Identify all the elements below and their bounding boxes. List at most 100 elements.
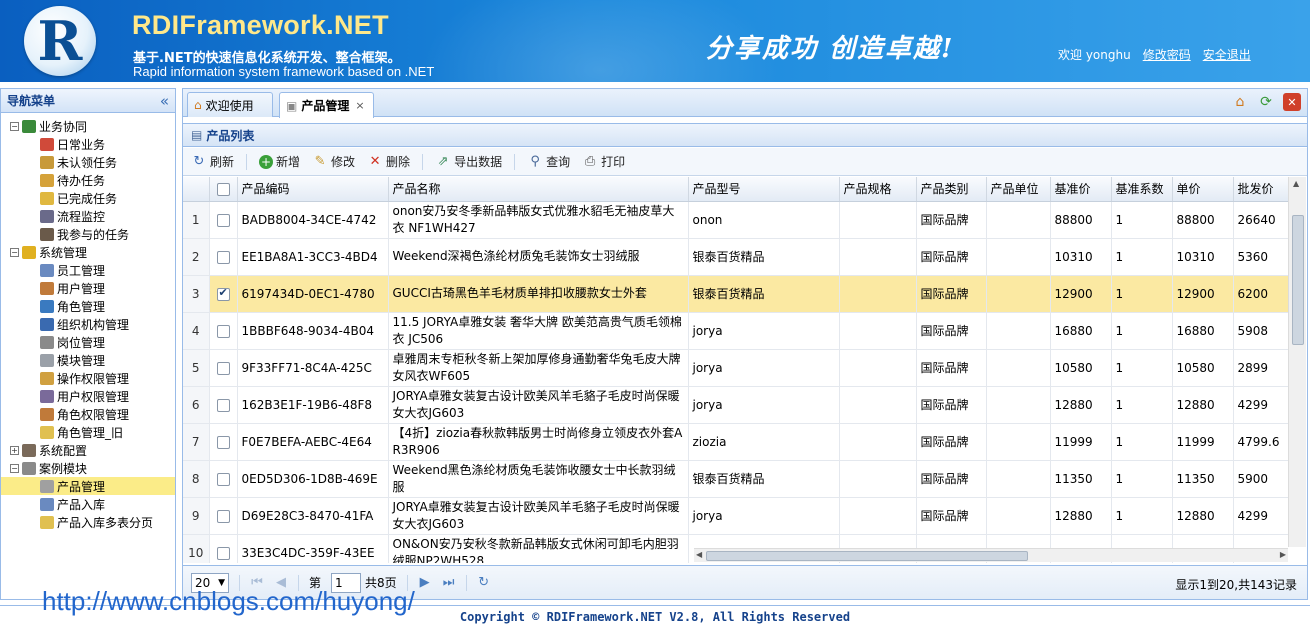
nav-item[interactable]: 未认领任务 xyxy=(1,153,175,171)
column-header[interactable]: 产品规格 xyxy=(839,177,917,202)
row-number: 10 xyxy=(183,534,210,563)
nav-item[interactable]: 角色管理 xyxy=(1,297,175,315)
nav-item[interactable]: 员工管理 xyxy=(1,261,175,279)
scroll-right-icon[interactable]: ▶ xyxy=(1280,550,1286,559)
nav-group[interactable]: − 业务协同 xyxy=(1,117,175,135)
next-page-button[interactable]: ▶ xyxy=(418,575,432,590)
collapse-toggle-icon[interactable]: − xyxy=(10,247,19,257)
close-icon[interactable]: ✕ xyxy=(1283,93,1301,111)
logout-link[interactable]: 安全退出 xyxy=(1203,46,1251,63)
tab-close-icon[interactable]: × xyxy=(355,99,364,112)
export-button[interactable]: ⇗ 导出数据 xyxy=(435,153,502,170)
print-button[interactable]: ⎙ 打印 xyxy=(582,153,625,170)
nav-item-label: 操作权限管理 xyxy=(57,371,130,386)
row-checkbox[interactable] xyxy=(209,460,238,498)
row-checkbox[interactable] xyxy=(209,349,238,387)
scroll-up-icon[interactable]: ▲ xyxy=(1293,179,1299,188)
nav-item[interactable]: 用户管理 xyxy=(1,279,175,297)
row-checkbox[interactable] xyxy=(209,275,238,313)
table-row[interactable]: 8 0ED5D306-1D8B-469E Weekend黑色涤纶材质兔毛装饰收腰女士… xyxy=(183,460,1288,498)
row-checkbox[interactable] xyxy=(209,534,238,563)
column-header[interactable]: 产品型号 xyxy=(688,177,840,202)
reload-icon[interactable]: ↻ xyxy=(477,575,491,590)
brand-title: RDIFramework.NET xyxy=(132,10,389,40)
nav-item[interactable]: 用户权限管理 xyxy=(1,387,175,405)
cell-whole: 5908 xyxy=(1233,312,1288,350)
list-icon: ▤ xyxy=(191,128,203,142)
refresh-icon[interactable]: ⟳ xyxy=(1257,93,1275,111)
vertical-scrollbar[interactable]: ▲ xyxy=(1288,177,1306,547)
nav-item[interactable]: 角色权限管理 xyxy=(1,405,175,423)
nav-item[interactable]: 日常业务 xyxy=(1,135,175,153)
nav-item[interactable]: 我参与的任务 xyxy=(1,225,175,243)
table-row[interactable]: 2 EE1BA8A1-3CC3-4BD4 Weekend深褐色涤纶材质兔毛装饰女士羽… xyxy=(183,238,1288,276)
cell-base: 10310 xyxy=(1050,238,1112,276)
column-header[interactable]: 产品编码 xyxy=(237,177,389,202)
edit-button[interactable]: ✎ 修改 xyxy=(312,153,355,170)
column-header[interactable]: 产品名称 xyxy=(388,177,689,202)
nav-item[interactable]: 产品管理 xyxy=(1,477,175,495)
column-header[interactable]: 产品单位 xyxy=(986,177,1051,202)
column-header[interactable]: 基准系数 xyxy=(1111,177,1173,202)
cell-unit xyxy=(986,497,1051,535)
nav-item[interactable]: 产品入库多表分页 xyxy=(1,513,175,531)
row-checkbox[interactable] xyxy=(209,497,238,535)
row-checkbox[interactable] xyxy=(209,312,238,350)
scroll-thumb[interactable] xyxy=(1292,215,1304,345)
cell-unit xyxy=(986,423,1051,461)
nav-item[interactable]: 操作权限管理 xyxy=(1,369,175,387)
query-button[interactable]: ⚲ 查询 xyxy=(527,153,570,170)
row-checkbox[interactable] xyxy=(209,423,238,461)
column-header[interactable]: 批发价 xyxy=(1233,177,1288,202)
collapse-icon[interactable]: « xyxy=(160,92,169,110)
nav-group[interactable]: − 案例模块 xyxy=(1,459,175,477)
table-row[interactable]: 9 D69E28C3-8470-41FA JORYA卓雅女装复古设计欧美风羊毛貉子毛… xyxy=(183,497,1288,535)
change-password-link[interactable]: 修改密码 xyxy=(1143,46,1191,63)
column-header[interactable]: 基准价 xyxy=(1050,177,1112,202)
refresh-button[interactable]: ↻ 刷新 xyxy=(191,153,234,170)
row-number: 3 xyxy=(183,275,210,313)
cell-cat: 国际品牌 xyxy=(916,349,987,387)
home-icon[interactable]: ⌂ xyxy=(1231,93,1249,111)
column-header[interactable]: 单价 xyxy=(1172,177,1234,202)
collapse-toggle-icon[interactable]: − xyxy=(10,463,19,473)
nav-item-label: 用户管理 xyxy=(57,281,106,296)
scroll-left-icon[interactable]: ◀ xyxy=(696,550,702,559)
nav-item-label: 组织机构管理 xyxy=(57,317,130,332)
table-row[interactable]: 7 F0E7BEFA-AEBC-4E64 【4折】ziozia春秋款韩版男士时尚修身… xyxy=(183,423,1288,461)
row-checkbox[interactable] xyxy=(209,386,238,424)
tab-welcome[interactable]: ⌂ 欢迎使用 xyxy=(187,92,273,117)
module-icon xyxy=(40,353,54,367)
collapse-toggle-icon[interactable]: − xyxy=(10,121,19,131)
table-row[interactable]: 6 162B3E1F-19B6-48F8 JORYA卓雅女装复古设计欧美风羊毛貉子毛… xyxy=(183,386,1288,424)
nav-item[interactable]: 产品入库 xyxy=(1,495,175,513)
delete-button[interactable]: ✕ 删除 xyxy=(367,153,410,170)
scroll-thumb[interactable] xyxy=(706,551,1028,561)
cell-code: 0ED5D306-1D8B-469E xyxy=(237,460,389,498)
user-icon xyxy=(40,227,54,241)
nav-item[interactable]: 模块管理 xyxy=(1,351,175,369)
nav-item[interactable]: 待办任务 xyxy=(1,171,175,189)
nav-item[interactable]: 组织机构管理 xyxy=(1,315,175,333)
row-checkbox[interactable] xyxy=(209,238,238,276)
tab-product-management[interactable]: ▣ 产品管理 × xyxy=(279,92,374,118)
nav-item-label: 模块管理 xyxy=(57,353,106,368)
nav-group[interactable]: − 系统管理 xyxy=(1,243,175,261)
horizontal-scrollbar[interactable]: ◀ ▶ xyxy=(694,548,1288,562)
last-page-button[interactable]: ⏭ xyxy=(442,575,456,590)
expand-toggle-icon[interactable]: + xyxy=(10,445,19,455)
nav-item[interactable]: 角色管理_旧 xyxy=(1,423,175,441)
nav-item[interactable]: 流程监控 xyxy=(1,207,175,225)
nav-item[interactable]: 岗位管理 xyxy=(1,333,175,351)
row-checkbox[interactable] xyxy=(209,201,238,239)
table-row[interactable]: 1 BADB8004-34CE-4742 onon安乃安冬季新品韩版女式优雅水貂毛无… xyxy=(183,201,1288,239)
table-row[interactable]: 3 6197434D-0EC1-4780GUCCI古琦黑色羊毛材质单排扣收腰款女士… xyxy=(183,275,1288,313)
select-all-checkbox[interactable] xyxy=(209,177,238,202)
add-button[interactable]: + 新增 xyxy=(259,153,300,170)
table-row[interactable]: 4 1BBBF648-9034-4B04 11.5 JORYA卓雅女装 奢华大牌 欧… xyxy=(183,312,1288,350)
table-row[interactable]: 5 9F33FF71-8C4A-425C 卓雅周末专柜秋冬新上架加厚修身通勤奢华兔毛… xyxy=(183,349,1288,387)
column-header[interactable]: 产品类别 xyxy=(916,177,987,202)
folder-icon xyxy=(40,515,54,529)
nav-group[interactable]: + 系统配置 xyxy=(1,441,175,459)
nav-item[interactable]: 已完成任务 xyxy=(1,189,175,207)
